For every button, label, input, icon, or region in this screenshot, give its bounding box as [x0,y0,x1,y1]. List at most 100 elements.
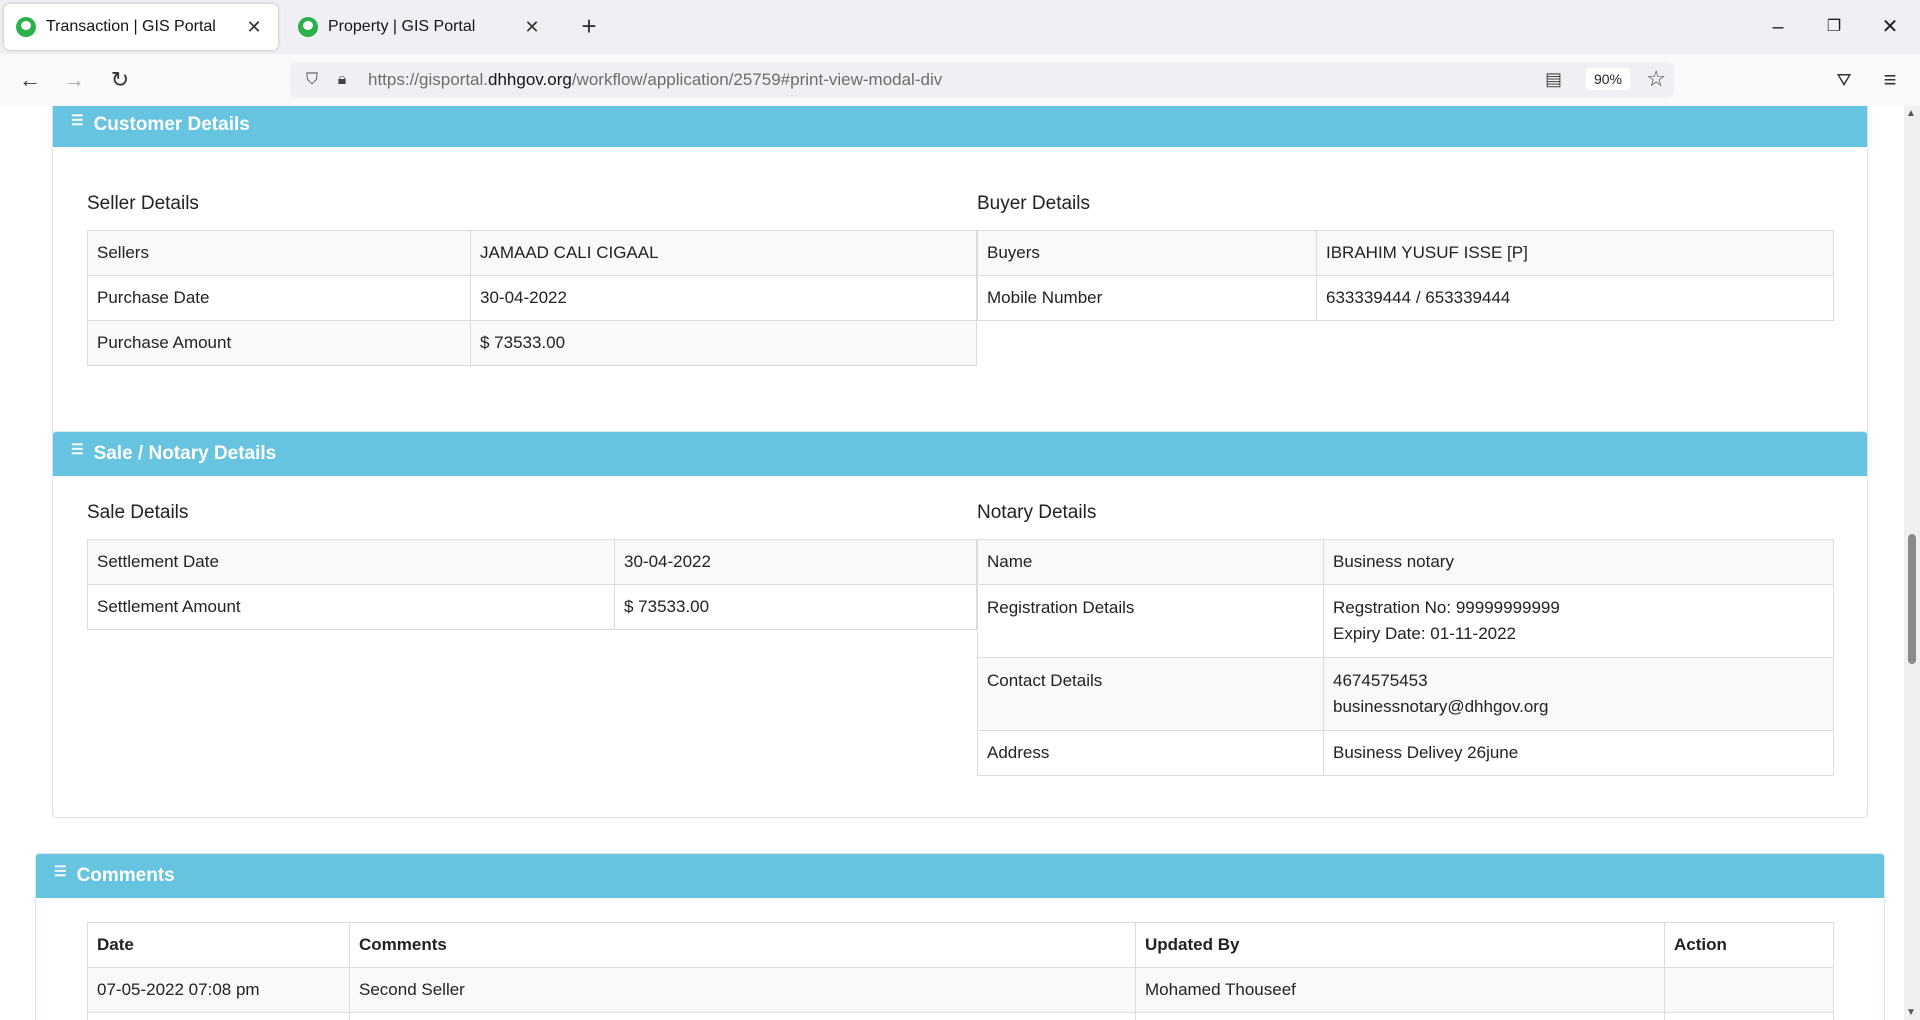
row-value: 633339444 / 653339444 [1316,275,1834,321]
table-row: Sellers JAMAAD CALI CIGAAL [87,230,977,276]
minimize-icon[interactable]: – [1758,12,1798,42]
table-row: Contact Details 4674575453 businessnotar… [977,657,1834,731]
menu-hamburger-icon[interactable]: ≡ [1874,64,1906,96]
zoom-level-badge[interactable]: 90% [1585,68,1630,90]
column-header-date: Date [87,922,350,968]
table-row: Mobile Number 633339444 / 653339444 [977,275,1834,321]
column-header-action: Action [1664,922,1834,968]
table-row: Settlement Amount $ 73533.00 [87,584,977,630]
table-row: Name Business notary [977,539,1834,585]
comment-date: 07-05-2022 07:08 pm [87,967,350,1013]
row-value: IBRAHIM YUSUF ISSE [P] [1316,230,1834,276]
list-icon: ☰ [71,111,84,128]
comments-panel: ☰ Comments Date Comments Updated By Acti… [35,853,1885,1020]
tab-transaction[interactable]: Transaction | GIS Portal ✕ [4,4,278,50]
seller-details-title: Seller Details [87,193,199,214]
row-value: 4674575453 businessnotary@dhhgov.org [1323,657,1834,731]
back-arrow-icon[interactable]: ← [14,64,46,96]
expiry-date: Expiry Date: 01-11-2022 [1333,624,1517,643]
table-row: Settlement Date 30-04-2022 [87,539,977,585]
close-window-icon[interactable]: ✕ [1870,12,1910,42]
list-icon: ☰ [54,862,67,879]
notary-details-title: Notary Details [977,502,1097,523]
table-row: Address Business Delivey 26june [977,730,1834,776]
bookmark-star-icon[interactable]: ☆ [1646,66,1666,92]
scrollbar-thumb[interactable] [1908,534,1916,664]
page-scrollbar[interactable]: ▲ ▼ [1904,106,1920,1020]
buyer-details-title: Buyer Details [977,193,1090,214]
comment-text: Second Seller [349,967,1136,1013]
row-label: Settlement Date [87,539,615,585]
table-row: Registration Details Regstration No: 999… [977,584,1834,658]
table-header-row: Date Comments Updated By Action [87,922,1834,968]
table-row: Buyers IBRAHIM YUSUF ISSE [P] [977,230,1834,276]
gis-portal-favicon-icon [298,17,318,37]
comment-updated-by: Mohamed Thouseef [1135,967,1665,1013]
gis-portal-favicon-icon [16,17,36,37]
customer-details-header: ☰ Customer Details [53,106,1867,147]
row-value: Business notary [1323,539,1834,585]
address-bar[interactable]: ⛉ 🔒︎ https://gisportal.dhhgov.org/workfl… [290,62,1674,98]
row-label: Buyers [977,230,1317,276]
row-label: Contact Details [977,657,1324,731]
close-icon[interactable]: ✕ [242,17,266,38]
close-icon[interactable]: ✕ [520,17,544,38]
row-label: Purchase Amount [87,320,471,366]
contact-email: businessnotary@dhhgov.org [1333,697,1549,716]
list-icon: ☰ [71,440,84,457]
row-label: Settlement Amount [87,584,615,630]
table-cell [1135,1012,1665,1020]
table-cell [1664,1012,1834,1020]
forward-arrow-icon[interactable]: → [58,64,90,96]
sale-notary-panel: ☰ Sale / Notary Details Sale Details Set… [52,431,1868,818]
row-label: Name [977,539,1324,585]
url-text[interactable]: https://gisportal.dhhgov.org/workflow/ap… [368,70,942,90]
row-label: Sellers [87,230,471,276]
navigation-bar: ← → ↻ ⛉ 🔒︎ https://gisportal.dhhgov.org/… [0,54,1920,107]
sale-details-title: Sale Details [87,502,189,523]
row-value: 30-04-2022 [470,275,977,321]
padlock-icon[interactable]: 🔒︎ [330,71,354,89]
scroll-down-arrow-icon[interactable]: ▼ [1906,1007,1916,1018]
row-value: $ 73533.00 [470,320,977,366]
panel-title: Sale / Notary Details [93,443,277,464]
notary-details-table: Name Business notary Registration Detail… [977,539,1834,776]
column-header-updated-by: Updated By [1135,922,1665,968]
panel-title: Customer Details [93,114,250,135]
table-cell [87,1012,350,1020]
row-value: Regstration No: 99999999999 Expiry Date:… [1323,584,1834,658]
page-viewport: ☰ Customer Details Seller Details Seller… [0,106,1920,1020]
comments-header: ☰ Comments [36,854,1884,898]
table-row: 07-05-2022 07:08 pm Second Seller Mohame… [87,967,1834,1013]
table-cell [349,1012,1136,1020]
table-row: Purchase Date 30-04-2022 [87,275,977,321]
table-row: Purchase Amount $ 73533.00 [87,320,977,366]
comments-table: Date Comments Updated By Action 07-05-20… [87,922,1834,1020]
new-tab-plus-icon[interactable]: + [574,12,604,42]
tab-property[interactable]: Property | GIS Portal ✕ [286,4,556,50]
scroll-up-arrow-icon[interactable]: ▲ [1906,108,1916,119]
sale-notary-header: ☰ Sale / Notary Details [53,432,1867,476]
seller-details-table: Sellers JAMAAD CALI CIGAAL Purchase Date… [87,230,977,366]
row-value: 30-04-2022 [614,539,977,585]
row-label: Mobile Number [977,275,1317,321]
column-header-comments: Comments [349,922,1136,968]
row-value: JAMAAD CALI CIGAAL [470,230,977,276]
reader-view-icon[interactable]: ▤ [1545,69,1562,90]
row-value: $ 73533.00 [614,584,977,630]
restore-window-icon[interactable]: ❐ [1814,12,1854,42]
tab-title: Transaction | GIS Portal [46,18,216,35]
row-value: Business Delivey 26june [1323,730,1834,776]
row-label: Address [977,730,1324,776]
tab-title: Property | GIS Portal [328,18,476,35]
table-row [87,1012,1834,1020]
sale-details-table: Settlement Date 30-04-2022 Settlement Am… [87,539,977,630]
panel-title: Comments [76,865,175,886]
pocket-icon[interactable]: ⛛ [1828,64,1860,96]
tracking-shield-icon[interactable]: ⛉ [300,71,324,89]
comment-action[interactable] [1664,967,1834,1013]
reload-icon[interactable]: ↻ [104,64,136,96]
tab-bar: Transaction | GIS Portal ✕ Property | GI… [0,0,1920,54]
row-label: Purchase Date [87,275,471,321]
contact-phone: 4674575453 [1333,671,1428,690]
